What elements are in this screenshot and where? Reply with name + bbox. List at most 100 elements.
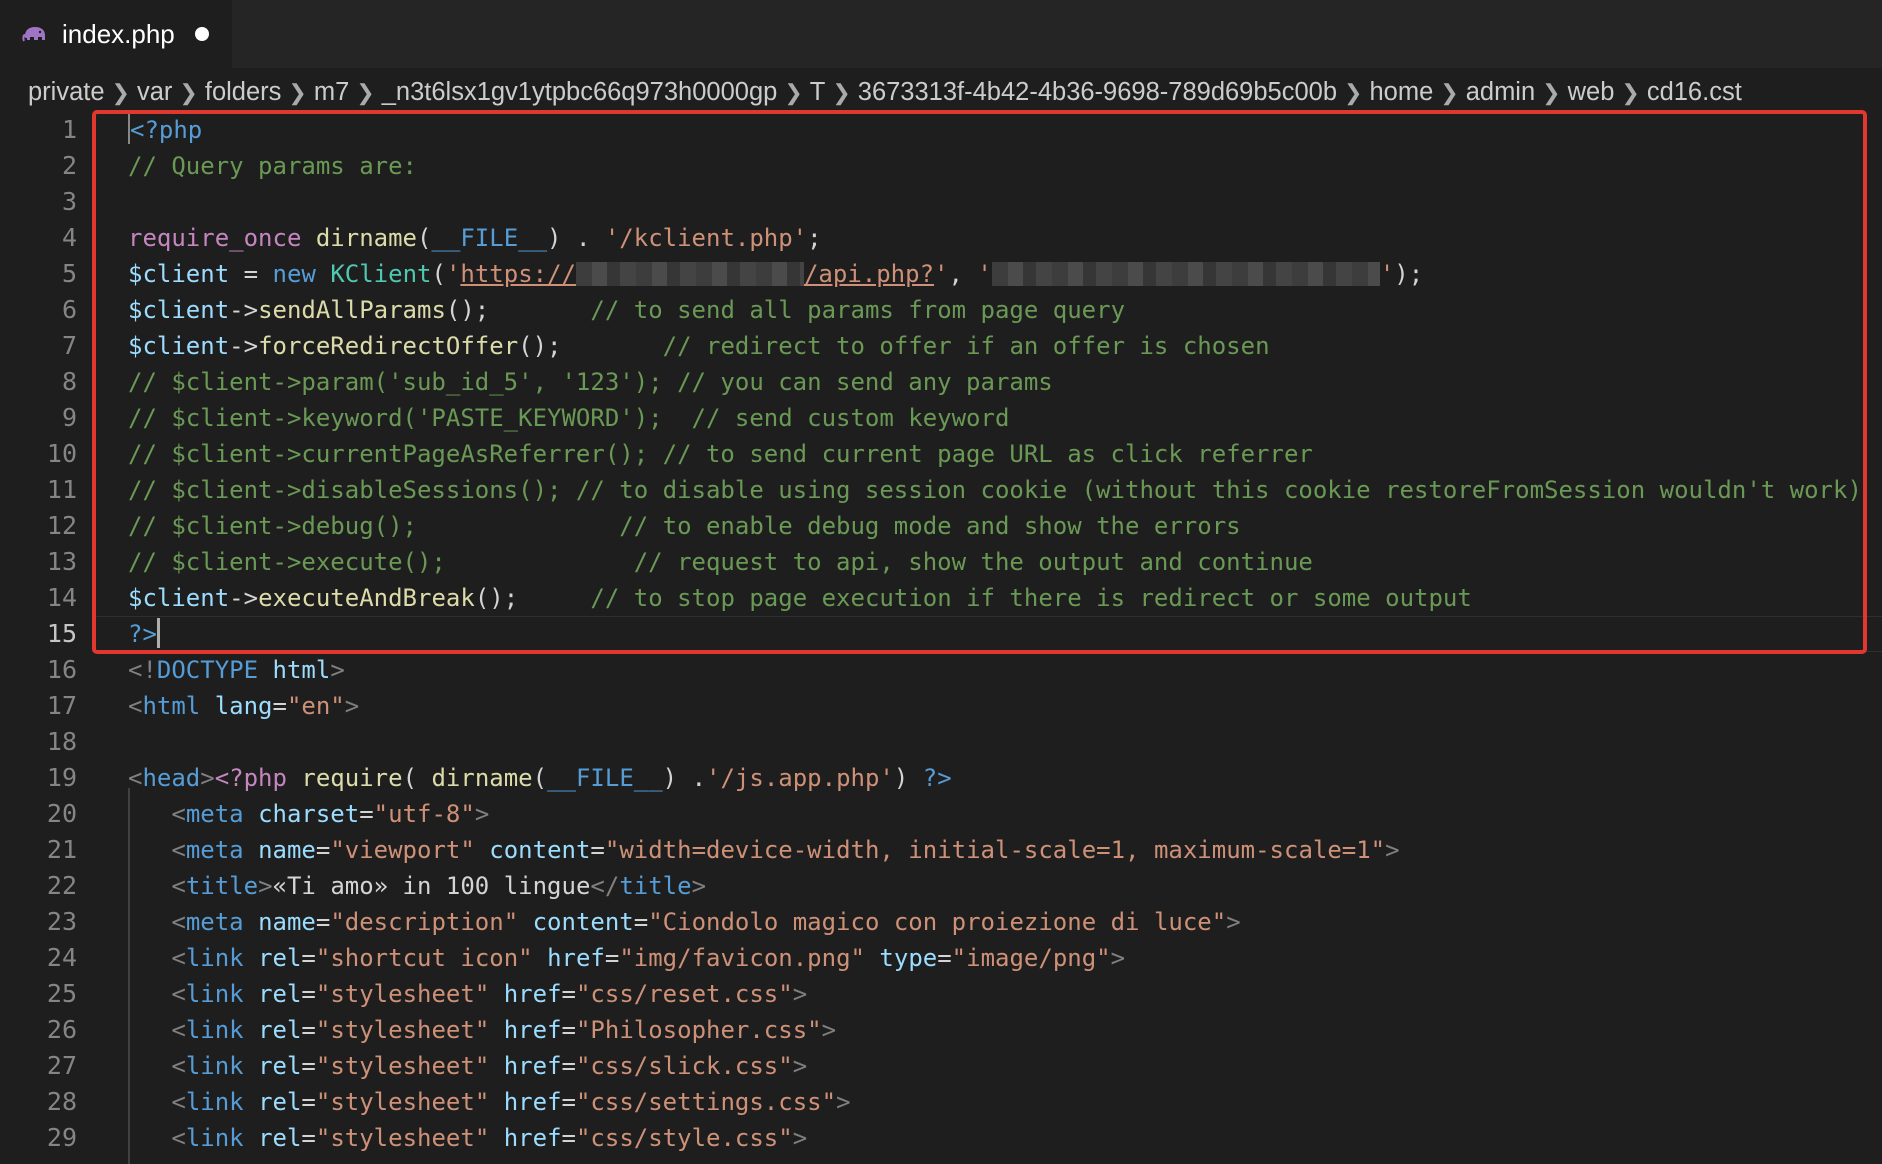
code-token: rel xyxy=(258,1052,302,1080)
code-editor[interactable]: 1 <?php 2 // Query params are: 3 4 require_onc… xyxy=(0,110,1882,1164)
code-token: // $client->debug(); // to enable debug … xyxy=(128,512,1241,540)
code-token: $client xyxy=(128,584,230,612)
code-token: ' xyxy=(934,260,949,288)
code-token: < xyxy=(171,800,186,828)
code-token: ( xyxy=(417,224,432,252)
code-token: require xyxy=(301,764,403,792)
breadcrumb-item[interactable]: web xyxy=(1568,78,1615,106)
code-token: > xyxy=(792,1052,808,1080)
breadcrumb-item[interactable]: 3673313f-4b42-4b36-9698-789d69b5c00b xyxy=(858,78,1337,106)
code-token: = xyxy=(937,944,952,972)
code-line[interactable]: 16 <!DOCTYPE html> xyxy=(0,652,1882,688)
code-line[interactable]: 17 <html lang="en"> xyxy=(0,688,1882,724)
code-token: > xyxy=(821,1016,837,1044)
code-token: = xyxy=(590,836,605,864)
tab-index-php[interactable]: index.php xyxy=(0,0,232,68)
breadcrumb-item[interactable]: _n3t6lsx1gv1ytpbc66q973h0000gp xyxy=(382,78,778,106)
code-line[interactable]: 27 <link rel="stylesheet" href="css/slic… xyxy=(0,1048,1882,1084)
code-line[interactable]: 20 <meta charset="utf-8"> xyxy=(0,796,1882,832)
code-line[interactable]: 25 <link rel="stylesheet" href="css/rese… xyxy=(0,976,1882,1012)
code-token: = xyxy=(301,1016,316,1044)
code-token: charset xyxy=(258,800,360,828)
code-token: "css/style.css" xyxy=(575,1124,793,1152)
code-token: = xyxy=(561,1016,576,1044)
code-line[interactable]: 19 <head><?php require( dirname(__FILE__)… xyxy=(0,760,1882,796)
code-token: "css/slick.css" xyxy=(575,1052,793,1080)
code-line[interactable]: 1 <?php xyxy=(0,112,1882,148)
code-token: new xyxy=(272,260,316,288)
code-token: // to send all params from page query xyxy=(590,296,1126,324)
breadcrumb-item[interactable]: admin xyxy=(1466,78,1535,106)
breadcrumb-item[interactable]: var xyxy=(137,78,172,106)
code-token: dirname xyxy=(315,224,417,252)
code-token: < xyxy=(171,1052,186,1080)
code-token: "css/reset.css" xyxy=(575,980,793,1008)
breadcrumb-item[interactable]: m7 xyxy=(314,78,349,106)
code-line[interactable]: 13 // $client->execute(); // request to a… xyxy=(0,544,1882,580)
code-line[interactable]: 24 <link rel="shortcut icon" href="img/f… xyxy=(0,940,1882,976)
code-token: < xyxy=(171,944,186,972)
code-token: "viewport" xyxy=(330,836,475,864)
code-line[interactable]: 29 <link rel="stylesheet" href="css/styl… xyxy=(0,1120,1882,1156)
code-line[interactable]: 10 // $client->currentPageAsReferrer(); /… xyxy=(0,436,1882,472)
breadcrumb-item[interactable]: private xyxy=(28,78,105,106)
code-text: <meta charset="utf-8"> xyxy=(128,796,489,832)
code-line[interactable]: 7 $client->forceRedirectOffer(); // redir… xyxy=(0,328,1882,364)
code-line[interactable]: 14 $client->executeAndBreak(); // to stop… xyxy=(0,580,1882,616)
code-line[interactable]: 23 <meta name="description" content="Cio… xyxy=(0,904,1882,940)
code-token: link xyxy=(185,980,244,1008)
code-token: (); xyxy=(474,584,591,612)
code-line[interactable]: 18 xyxy=(0,724,1882,760)
line-number: 19 xyxy=(46,763,77,792)
line-number: 9 xyxy=(61,403,77,432)
code-text: <link rel="stylesheet" href="css/setting… xyxy=(128,1084,850,1120)
code-line[interactable]: 15 ?> xyxy=(0,616,1882,652)
code-line[interactable]: 4 require_once dirname(__FILE__) . '/kcli… xyxy=(0,220,1882,256)
code-token: = xyxy=(633,908,649,936)
code-text: // $client->disableSessions(); // to dis… xyxy=(128,472,1862,508)
code-token: ( xyxy=(431,260,446,288)
breadcrumb-item[interactable]: home xyxy=(1369,78,1433,106)
breadcrumb-item[interactable]: cd16.cst xyxy=(1647,78,1742,106)
code-line[interactable]: 22 <title>«Ti amo» in 100 lingue</title> xyxy=(0,868,1882,904)
code-line[interactable]: 6 $client->sendAllParams(); // to send al… xyxy=(0,292,1882,328)
code-token: href xyxy=(503,1016,562,1044)
code-token: (); xyxy=(445,296,591,324)
code-token: "Philosopher.css" xyxy=(575,1016,822,1044)
breadcrumb-item[interactable]: folders xyxy=(205,78,282,106)
code-token: href xyxy=(547,944,605,972)
code-line[interactable]: 3 xyxy=(0,184,1882,220)
unsaved-dot-icon[interactable] xyxy=(194,27,209,41)
code-line[interactable]: 12 // $client->debug(); // to enable debu… xyxy=(0,508,1882,544)
code-token: > xyxy=(344,692,360,720)
code-line[interactable]: 8 // $client->param('sub_id_5', '123'); /… xyxy=(0,364,1882,400)
code-line[interactable]: 28 <link rel="stylesheet" href="css/sett… xyxy=(0,1084,1882,1120)
code-token: rel xyxy=(258,980,302,1008)
line-number: 28 xyxy=(46,1087,77,1116)
chevron-right-icon: ❯ xyxy=(832,80,851,105)
code-line[interactable]: 21 <meta name="viewport" content="width=… xyxy=(0,832,1882,868)
code-line[interactable]: 9 // $client->keyword('PASTE_KEYWORD'); /… xyxy=(0,400,1882,436)
code-token: // $client->keyword('PASTE_KEYWORD'); //… xyxy=(128,404,1010,432)
line-number: 10 xyxy=(46,439,77,468)
code-token: href xyxy=(503,1052,562,1080)
code-line[interactable]: 5 $client = new KClient('https:///api.php… xyxy=(0,256,1882,292)
breadcrumb-item[interactable]: T xyxy=(810,78,826,106)
code-line[interactable]: 2 // Query params are: xyxy=(0,148,1882,184)
code-line[interactable]: 11 // $client->disableSessions(); // to d… xyxy=(0,472,1882,508)
code-line[interactable]: 26 <link rel="stylesheet" href="Philosop… xyxy=(0,1012,1882,1048)
line-number: 29 xyxy=(46,1123,77,1152)
code-token: = xyxy=(301,1124,316,1152)
